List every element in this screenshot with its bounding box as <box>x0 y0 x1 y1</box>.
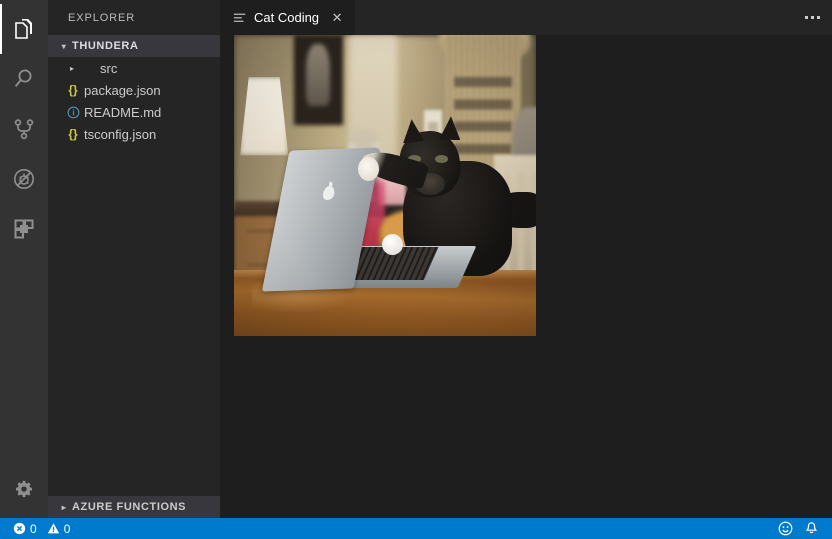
editor-group: Cat Coding ✕ <box>220 0 832 518</box>
tree-row-tsconfig-json[interactable]: {} tsconfig.json <box>48 123 220 145</box>
activity-bar-item-extensions[interactable] <box>0 204 48 254</box>
sidebar-filler <box>48 145 220 496</box>
error-count: 0 <box>30 521 37 536</box>
activity-bar-item-manage[interactable] <box>0 466 48 514</box>
vscode-window: EXPLORER ▾ THUNDERA ▸ src {} package.jso… <box>0 0 832 539</box>
tab-label: Cat Coding <box>254 10 320 25</box>
status-bar-left: 0 0 <box>0 518 75 539</box>
tree-row-readme-md[interactable]: README.md <box>48 101 220 123</box>
activity-bar-item-search[interactable] <box>0 54 48 104</box>
smiley-icon[interactable] <box>772 518 798 539</box>
editor-actions <box>793 0 832 35</box>
explorer-file-list: ▸ src {} package.json README.md {} tscon… <box>48 57 220 145</box>
json-icon: {} <box>68 83 78 97</box>
status-bar-problems[interactable]: 0 0 <box>8 518 75 539</box>
tree-row-label: src <box>100 60 118 76</box>
warning-triangle-icon <box>47 522 60 535</box>
ellipsis-icon[interactable] <box>805 16 820 19</box>
workbench-body: EXPLORER ▾ THUNDERA ▸ src {} package.jso… <box>0 0 832 518</box>
activity-bar-item-run-and-debug[interactable] <box>0 154 48 204</box>
status-bar: 0 0 <box>0 518 832 539</box>
cat-coding-webview[interactable] <box>220 35 832 518</box>
chevron-right-icon: ▸ <box>61 502 67 512</box>
tree-row-package-json[interactable]: {} package.json <box>48 79 220 101</box>
sidebar-section-label: AZURE FUNCTIONS <box>72 501 187 513</box>
close-icon[interactable]: ✕ <box>329 10 345 26</box>
tree-row-src[interactable]: ▸ src <box>48 57 220 79</box>
activity-bar-item-explorer[interactable] <box>0 4 48 54</box>
tab-cat-coding[interactable]: Cat Coding ✕ <box>220 0 357 35</box>
files-icon <box>12 17 36 41</box>
explorer-tree: ▾ THUNDERA ▸ src {} package.json README.… <box>48 35 220 145</box>
chevron-down-icon: ▾ <box>61 41 67 51</box>
activity-bar-item-source-control[interactable] <box>0 104 48 154</box>
tree-row-label: package.json <box>84 82 161 98</box>
activity-bar <box>0 0 48 518</box>
chevron-right-icon: ▸ <box>69 63 74 73</box>
status-bar-right <box>772 518 832 539</box>
sidebar-title: EXPLORER <box>68 11 136 24</box>
sidebar-section-azure-functions[interactable]: ▸ AZURE FUNCTIONS <box>48 496 220 518</box>
cat-coding-image <box>234 35 536 336</box>
sidebar: EXPLORER ▾ THUNDERA ▸ src {} package.jso… <box>48 0 220 518</box>
source-control-icon <box>12 117 36 141</box>
tab-bar-filler <box>356 0 793 35</box>
bell-icon[interactable] <box>798 518 824 539</box>
sidebar-section-thundera[interactable]: ▾ THUNDERA <box>48 35 220 57</box>
json-icon: {} <box>68 127 78 141</box>
photo-scene <box>234 35 536 336</box>
search-icon <box>12 67 36 91</box>
tree-row-label: tsconfig.json <box>84 126 157 142</box>
error-circle-icon <box>13 522 26 535</box>
photo-vignette <box>234 35 536 336</box>
preview-lines-icon <box>232 11 248 25</box>
tree-row-label: README.md <box>84 104 162 120</box>
info-icon <box>64 106 82 119</box>
extensions-icon <box>12 217 36 241</box>
gear-icon <box>13 479 35 501</box>
debug-no-icon <box>12 167 36 191</box>
sidebar-section-label: THUNDERA <box>72 40 139 52</box>
tab-bar: Cat Coding ✕ <box>220 0 832 35</box>
warning-count: 0 <box>63 521 71 536</box>
